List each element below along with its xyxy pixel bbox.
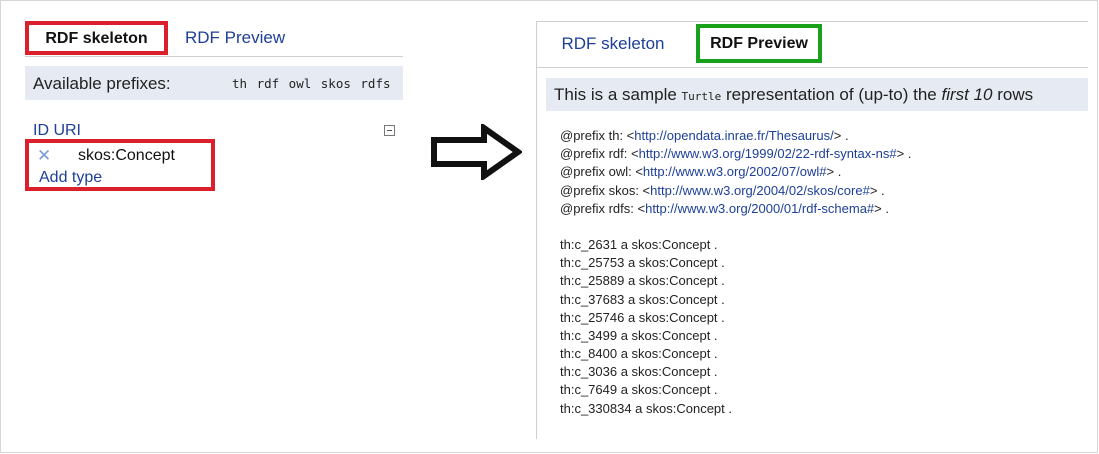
prefix-end: > . [869, 182, 885, 198]
namespace-link[interactable]: http://www.w3.org/2004/02/skos/core# [650, 183, 870, 198]
info-part1: This is a sample [554, 85, 682, 104]
prefix-bar: Available prefixes: th rdf owl skos rdfs [25, 66, 403, 100]
prefix-line: @prefix owl: <http://www.w3.org/2002/07/… [560, 163, 911, 181]
prefix-line: @prefix rdfs: <http://www.w3.org/2000/01… [560, 200, 911, 218]
tab-rdf-skeleton[interactable]: RDF skeleton [536, 21, 690, 67]
prefix-decl: @prefix rdf: < [560, 146, 639, 162]
tab-divider [536, 67, 1088, 68]
tab-rdf-preview[interactable]: RDF Preview [185, 28, 285, 48]
prefix-line: @prefix th: <http://opendata.inrae.fr/Th… [560, 127, 911, 145]
prefix-line: @prefix rdf: <http://www.w3.org/1999/02/… [560, 145, 911, 163]
namespace-link[interactable]: http://www.w3.org/2002/07/owl# [643, 164, 827, 179]
info-bar: This is a sample Turtle representation o… [546, 78, 1088, 111]
type-box: ✕ skos:Concept Add type [25, 139, 215, 191]
prefix-label: Available prefixes: [33, 74, 171, 93]
triple-line: th:c_25746 a skos:Concept . [560, 309, 725, 325]
prefix-decl: @prefix owl: < [560, 164, 643, 180]
info-emph: first 10 [941, 85, 993, 104]
type-value: skos:Concept [78, 147, 175, 164]
prefix-end: > . [874, 200, 889, 216]
tab-rdf-preview[interactable]: RDF Preview [696, 24, 822, 63]
tab-rdf-skeleton[interactable]: RDF skeleton [25, 21, 168, 55]
id-uri-link[interactable]: ID URI [33, 122, 81, 140]
right-arrow-icon [431, 124, 522, 180]
left-panel: RDF skeleton RDF Preview Available prefi… [25, 18, 403, 438]
turtle-preview: @prefix th: <http://opendata.inrae.fr/Th… [560, 127, 911, 418]
namespace-link[interactable]: http://opendata.inrae.fr/Thesaurus/ [634, 128, 833, 143]
triple-line: th:c_25753 a skos:Concept . [560, 255, 725, 271]
info-part2: representation of (up-to) the [721, 85, 942, 104]
namespace-link[interactable]: http://www.w3.org/1999/02/22-rdf-syntax-… [639, 146, 897, 161]
triple-line: th:c_3036 a skos:Concept . [560, 364, 718, 380]
prefix-end: > . [826, 164, 842, 180]
namespace-link[interactable]: http://www.w3.org/2000/01/rdf-schema# [645, 201, 874, 216]
triple-line: th:c_330834 a skos:Concept . [560, 400, 733, 416]
add-type-link[interactable]: Add type [39, 169, 102, 187]
prefix-end: > . [833, 128, 849, 143]
triple-line: th:c_25889 a skos:Concept . [560, 273, 725, 289]
collapse-minus-icon[interactable] [384, 125, 395, 136]
triple-line: th:c_37683 a skos:Concept . [560, 291, 725, 307]
info-part3: rows [992, 85, 1034, 104]
prefix-line: @prefix skos: <http://www.w3.org/2004/02… [560, 182, 911, 200]
prefix-decl: @prefix rdfs: < [560, 200, 646, 216]
prefix-decl: @prefix th: < [560, 128, 635, 143]
left-tab-bar: RDF skeleton RDF Preview [25, 18, 403, 57]
prefix-list: th rdf owl skos rdfs [232, 76, 391, 91]
info-text: This is a sample Turtle representation o… [554, 85, 1033, 105]
right-panel: RDF skeleton RDF Preview This is a sampl… [536, 21, 1088, 439]
info-format: Turtle [681, 90, 722, 103]
triple-line: th:c_8400 a skos:Concept . [560, 346, 718, 362]
x-icon[interactable]: ✕ [37, 147, 51, 165]
triple-line: th:c_3499 a skos:Concept . [560, 327, 718, 343]
triple-line: th:c_7649 a skos:Concept . [560, 382, 718, 398]
prefix-end: > . [896, 146, 912, 162]
triple-line: th:c_2631 a skos:Concept . [560, 236, 718, 252]
prefix-decl: @prefix skos: < [560, 182, 651, 198]
